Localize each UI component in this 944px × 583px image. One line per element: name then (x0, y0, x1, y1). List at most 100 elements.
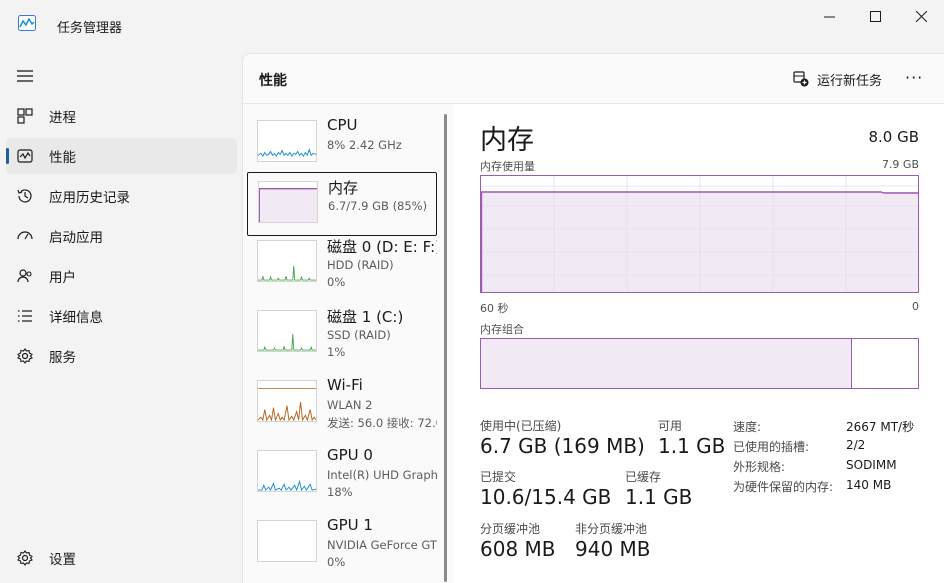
cpu-thumbnail-graph (257, 120, 317, 162)
close-button[interactable] (898, 0, 944, 32)
minimize-icon (823, 16, 835, 17)
hardware-reserved-key: 为硬件保留的内存: (733, 480, 834, 494)
sidebar-item-app-history[interactable]: 应用历史记录 (6, 178, 237, 214)
run-new-task-icon (793, 71, 809, 87)
paged-pool-label: 分页缓冲池 (480, 522, 541, 536)
committed-value: 10.6/15.4 GB (480, 485, 612, 509)
in-use-label: 使用中(已压缩) (480, 419, 562, 433)
sidebar-item-label: 服务 (49, 350, 76, 366)
form-factor-value: SODIMM (846, 458, 897, 472)
maximize-icon (869, 10, 881, 22)
maximize-button[interactable] (852, 0, 898, 32)
sidebar-item-label: 性能 (49, 150, 76, 166)
device-usage: 0% (327, 275, 346, 289)
device-name: CPU (327, 116, 358, 134)
page-title: 性能 (259, 73, 287, 89)
nonpaged-pool-value: 940 MB (575, 537, 651, 561)
memory-thumbnail-graph (258, 181, 318, 223)
slots-used-value: 2/2 (846, 438, 866, 452)
available-label: 可用 (658, 419, 683, 433)
sidebar-item-settings[interactable]: 设置 (6, 540, 237, 576)
sidebar-item-users[interactable]: 用户 (6, 258, 237, 294)
memory-usage-max: 7.9 GB (881, 158, 919, 171)
device-name: Wi-Fi (327, 376, 363, 394)
device-throughput: 发送: 56.0 接收: 72.0 Kbps (327, 416, 437, 430)
committed-label: 已提交 (480, 470, 517, 484)
processes-icon (17, 108, 33, 124)
users-icon (17, 269, 32, 283)
active-indicator (6, 148, 9, 164)
device-item-gpu-0[interactable]: GPU 0 Intel(R) UHD Graphics 18% (247, 442, 437, 506)
minimize-button[interactable] (806, 0, 852, 32)
memory-detail-panel: 内存 8.0 GB 内存使用量 7.9 GB 60 秒 0 内存组合 使用中(已… (453, 104, 944, 583)
sidebar-item-performance[interactable]: 性能 (6, 138, 237, 174)
graph-time-left: 60 秒 (480, 302, 509, 315)
hamburger-menu-icon[interactable] (16, 68, 36, 84)
device-item-gpu-1[interactable]: GPU 1 NVIDIA GeForce GTX 0% (247, 512, 437, 576)
window-title: 任务管理器 (57, 21, 123, 36)
disk-0-thumbnail-graph (257, 240, 317, 282)
memory-usage-label: 内存使用量 (480, 160, 535, 173)
disk-1-thumbnail-graph (257, 310, 317, 352)
services-gear-icon (17, 348, 33, 364)
gpu-1-thumbnail-graph (257, 520, 317, 562)
more-options-button[interactable]: ··· (905, 68, 929, 90)
in-use-value: 6.7 GB (169 MB) (480, 434, 645, 458)
paged-pool-value: 608 MB (480, 537, 556, 561)
device-item-disk-1[interactable]: 磁盘 1 (C:) SSD (RAID) 1% (247, 302, 437, 366)
sidebar-item-services[interactable]: 服务 (6, 338, 237, 374)
speed-key: 速度: (733, 420, 762, 434)
total-memory: 8.0 GB (868, 128, 919, 146)
memory-composition-bar (480, 338, 919, 389)
detail-title: 内存 (480, 125, 534, 156)
device-name: 磁盘 0 (D: E: F:) (327, 238, 437, 256)
sidebar-item-startup-apps[interactable]: 启动应用 (6, 218, 237, 254)
form-factor-key: 外形规格: (733, 460, 786, 474)
device-name: GPU 0 (327, 446, 373, 464)
main-panel: 性能 运行新任务 ··· CPU 8% 2.42 GHz 内存 6.7/7.9 … (242, 53, 944, 583)
close-icon (915, 10, 927, 22)
device-usage: 18% (327, 485, 353, 499)
device-item-wifi[interactable]: Wi-Fi WLAN 2 发送: 56.0 接收: 72.0 Kbps (247, 372, 437, 436)
hardware-reserved-value: 140 MB (846, 478, 892, 492)
memory-in-use-segment (481, 339, 853, 388)
device-detail: 6.7/7.9 GB (85%) (328, 199, 428, 213)
device-usage: 1% (327, 345, 346, 359)
run-new-task-button[interactable]: 运行新任务 (793, 68, 882, 90)
cached-label: 已缓存 (625, 470, 662, 484)
app-history-icon (17, 189, 32, 203)
gpu-0-thumbnail-graph (257, 450, 317, 492)
device-detail: HDD (RAID) (327, 258, 394, 272)
sidebar-item-label: 设置 (49, 552, 76, 568)
device-item-memory[interactable]: 内存 6.7/7.9 GB (85%) (247, 172, 437, 236)
nonpaged-pool-label: 非分页缓冲池 (575, 522, 648, 536)
device-name: 内存 (328, 179, 359, 197)
speed-value: 2667 MT/秒 (846, 420, 915, 434)
device-name: GPU 1 (327, 516, 373, 534)
cached-value: 1.1 GB (625, 485, 693, 509)
graph-time-right: 0 (912, 300, 919, 313)
device-name: 磁盘 1 (C:) (327, 308, 404, 326)
available-value: 1.1 GB (658, 434, 726, 458)
task-manager-app-icon (18, 15, 36, 31)
device-usage: 0% (327, 555, 346, 569)
startup-apps-icon (17, 231, 33, 240)
device-list: CPU 8% 2.42 GHz 内存 6.7/7.9 GB (85%) 磁盘 0… (243, 104, 445, 583)
page-header: 性能 运行新任务 ··· (243, 54, 944, 104)
sidebar-item-processes[interactable]: 进程 (6, 98, 237, 134)
wifi-thumbnail-graph (257, 380, 317, 422)
run-new-task-label: 运行新任务 (817, 73, 883, 89)
title-bar: 任务管理器 (0, 0, 944, 48)
device-detail: WLAN 2 (327, 398, 373, 412)
sidebar-item-label: 详细信息 (49, 310, 103, 326)
sidebar-item-details[interactable]: 详细信息 (6, 298, 237, 334)
device-list-scrollbar[interactable] (444, 114, 447, 582)
device-detail: SSD (RAID) (327, 328, 391, 342)
sidebar-item-label: 用户 (49, 270, 76, 286)
device-item-disk-0[interactable]: 磁盘 0 (D: E: F:) HDD (RAID) 0% (247, 232, 437, 296)
device-item-cpu[interactable]: CPU 8% 2.42 GHz (247, 112, 437, 176)
performance-icon (17, 149, 33, 163)
sidebar-item-label: 应用历史记录 (49, 190, 130, 206)
sidebar-item-label: 启动应用 (49, 230, 103, 246)
device-detail: Intel(R) UHD Graphics (327, 468, 437, 482)
